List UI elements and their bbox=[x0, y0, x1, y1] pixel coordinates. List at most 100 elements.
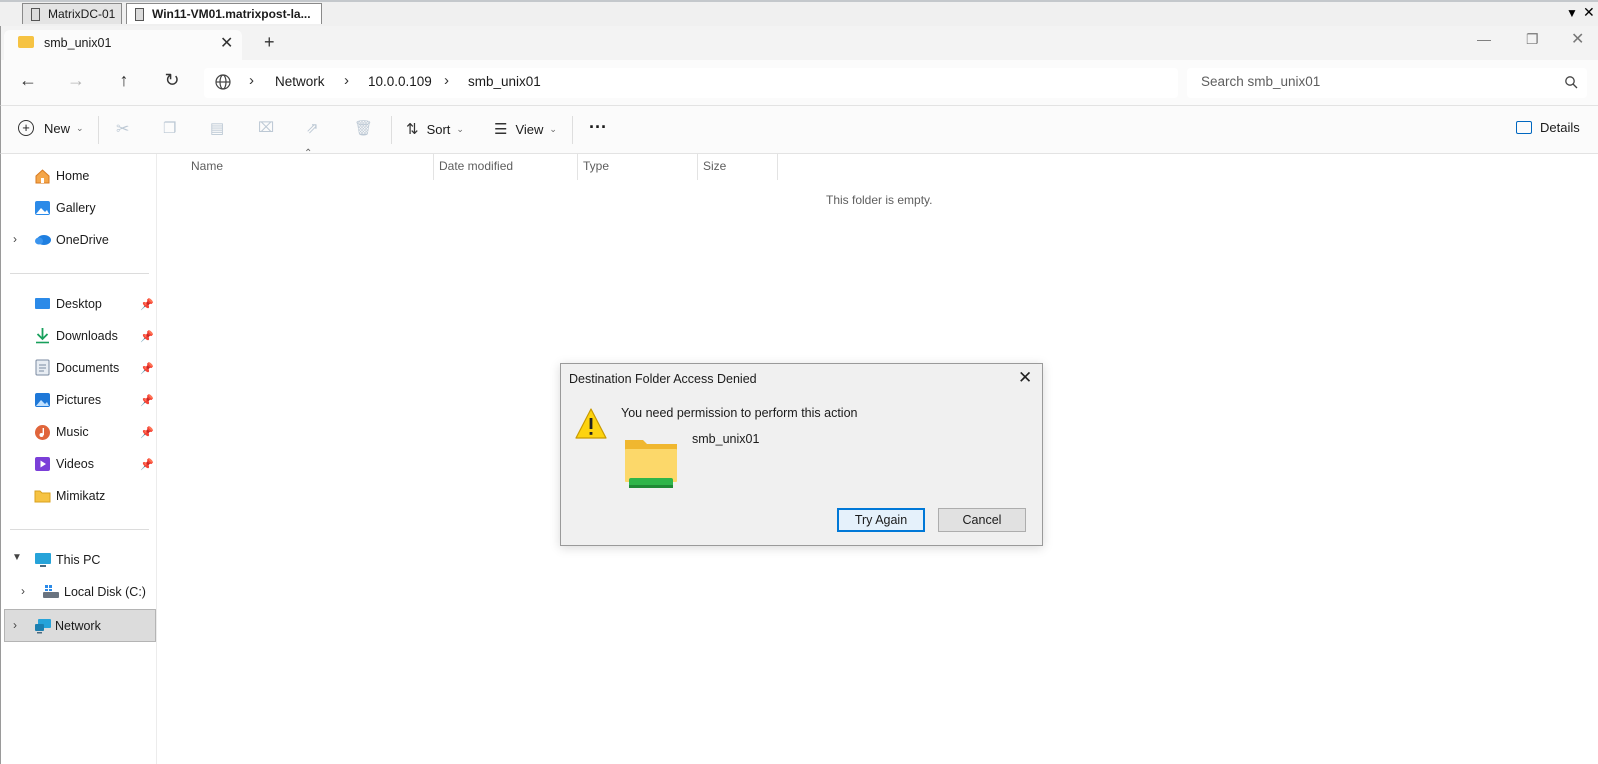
column-header-name[interactable]: Name bbox=[191, 159, 223, 173]
dialog-close-icon[interactable]: ✕ bbox=[1018, 368, 1032, 388]
rdp-tab-win11[interactable]: Win11-VM01.matrixpost-la... bbox=[126, 3, 322, 24]
pin-icon[interactable]: 📌 bbox=[140, 458, 154, 471]
sidebar-item-label: Documents bbox=[56, 361, 120, 375]
refresh-icon[interactable]: ↻ bbox=[160, 70, 184, 91]
cancel-button[interactable]: Cancel bbox=[938, 508, 1026, 532]
sidebar-item-music[interactable]: Music 📌 bbox=[4, 417, 156, 447]
explorer-tab[interactable] bbox=[4, 30, 242, 60]
folder-icon bbox=[18, 36, 34, 48]
chevron-down-icon[interactable]: ▼ bbox=[12, 552, 22, 563]
address-bar[interactable] bbox=[204, 68, 1178, 98]
cut-icon[interactable]: ✂ bbox=[116, 119, 136, 139]
sidebar-item-desktop[interactable]: Desktop 📌 bbox=[4, 289, 156, 319]
view-label: View bbox=[515, 121, 544, 137]
sidebar-item-label: Mimikatz bbox=[56, 489, 106, 503]
warning-icon bbox=[575, 408, 607, 439]
column-divider[interactable] bbox=[577, 154, 578, 180]
chevron-right-icon[interactable]: › bbox=[21, 584, 25, 598]
divider bbox=[572, 116, 573, 144]
music-icon bbox=[35, 425, 50, 440]
tab-close-icon[interactable]: ✕ bbox=[220, 33, 233, 53]
breadcrumb-network[interactable]: Network bbox=[275, 74, 325, 89]
chevron-right-icon[interactable]: › bbox=[444, 72, 449, 89]
download-icon bbox=[36, 328, 49, 344]
chevron-right-icon[interactable]: › bbox=[249, 72, 254, 89]
divider bbox=[98, 116, 99, 144]
details-button[interactable]: Details bbox=[1516, 120, 1580, 135]
explorer-tab-label: smb_unix01 bbox=[44, 36, 112, 50]
chevron-right-icon[interactable]: › bbox=[13, 618, 17, 632]
column-header-size[interactable]: Size bbox=[703, 159, 726, 173]
rdp-tab-matrixdc[interactable]: MatrixDC-01 bbox=[22, 3, 122, 24]
try-again-button[interactable]: Try Again bbox=[837, 508, 925, 532]
sidebar-item-pictures[interactable]: Pictures 📌 bbox=[4, 385, 156, 415]
new-tab-icon[interactable]: + bbox=[264, 32, 275, 53]
sidebar-item-documents[interactable]: Documents 📌 bbox=[4, 353, 156, 383]
rdp-tab-label: Win11-VM01.matrixpost-la... bbox=[152, 7, 311, 21]
divider bbox=[10, 529, 149, 530]
plus-circle-icon: + bbox=[18, 120, 34, 136]
pin-icon[interactable]: 📌 bbox=[140, 330, 154, 343]
globe-icon bbox=[215, 74, 231, 90]
share-icon[interactable]: ⇗ bbox=[306, 119, 326, 139]
sidebar-item-label: Downloads bbox=[56, 329, 118, 343]
sidebar-item-downloads[interactable]: Downloads 📌 bbox=[4, 321, 156, 351]
breadcrumb-host[interactable]: 10.0.0.109 bbox=[368, 74, 432, 89]
forward-icon[interactable]: → bbox=[64, 70, 88, 91]
rdp-tab-label: MatrixDC-01 bbox=[48, 7, 116, 21]
new-button[interactable]: + New ⌄ bbox=[18, 120, 84, 136]
search-icon[interactable] bbox=[1564, 75, 1578, 89]
column-divider[interactable] bbox=[433, 154, 434, 180]
pin-icon[interactable]: 📌 bbox=[140, 426, 154, 439]
column-divider[interactable] bbox=[697, 154, 698, 180]
pin-icon[interactable]: 📌 bbox=[140, 298, 154, 311]
column-divider[interactable] bbox=[777, 154, 778, 180]
chevron-down-icon: ⌄ bbox=[456, 123, 464, 134]
pin-icon[interactable]: 📌 bbox=[140, 394, 154, 407]
rdp-close-icon[interactable]: ✕ bbox=[1583, 4, 1595, 21]
sidebar-item-mimikatz[interactable]: Mimikatz bbox=[4, 481, 156, 511]
back-icon[interactable]: ← bbox=[16, 70, 40, 91]
restore-icon[interactable]: ❐ bbox=[1526, 31, 1539, 48]
copy-icon[interactable]: ❐ bbox=[163, 119, 183, 139]
desktop-icon bbox=[35, 298, 50, 309]
sort-icon: ⇅ bbox=[406, 121, 419, 138]
view-icon: ☰ bbox=[494, 121, 508, 138]
divider bbox=[391, 116, 392, 144]
up-icon[interactable]: ↑ bbox=[112, 70, 136, 91]
rename-icon[interactable]: ⌧ bbox=[258, 119, 278, 139]
home-icon bbox=[35, 169, 50, 184]
minimize-icon[interactable]: — bbox=[1477, 31, 1491, 47]
computer-icon bbox=[35, 553, 51, 567]
search-input[interactable]: Search smb_unix01 bbox=[1201, 74, 1320, 89]
breadcrumb-share[interactable]: smb_unix01 bbox=[468, 74, 541, 89]
paste-icon[interactable]: ▤ bbox=[210, 119, 230, 139]
sidebar-item-home[interactable]: Home bbox=[4, 161, 156, 191]
sidebar-item-gallery[interactable]: Gallery bbox=[4, 193, 156, 223]
sort-button[interactable]: ⇅ Sort ⌄ bbox=[406, 120, 464, 138]
tab-list-dropdown-icon[interactable]: ▼ bbox=[1566, 6, 1578, 20]
column-header-date-modified[interactable]: Date modified bbox=[439, 159, 513, 173]
pin-icon[interactable]: 📌 bbox=[140, 362, 154, 375]
more-options-button[interactable]: ··· bbox=[589, 117, 607, 138]
sidebar-item-network[interactable]: › Network bbox=[4, 609, 156, 642]
folder-icon bbox=[34, 490, 51, 503]
sidebar-item-local-disk[interactable]: › Local Disk (C:) bbox=[4, 577, 156, 607]
column-header-type[interactable]: Type bbox=[583, 159, 609, 173]
empty-folder-message: This folder is empty. bbox=[826, 193, 933, 207]
sidebar-item-this-pc[interactable]: ▼ This PC bbox=[4, 545, 156, 575]
window-close-icon[interactable]: ✕ bbox=[1571, 29, 1584, 49]
chevron-down-icon: ⌄ bbox=[549, 123, 557, 134]
network-folder-icon bbox=[625, 440, 677, 488]
sidebar-item-label: OneDrive bbox=[56, 233, 109, 247]
view-button[interactable]: ☰ View ⌄ bbox=[494, 120, 557, 138]
details-label: Details bbox=[1540, 120, 1580, 135]
chevron-right-icon[interactable]: › bbox=[13, 232, 17, 246]
sidebar-item-onedrive[interactable]: › OneDrive bbox=[4, 225, 156, 255]
delete-icon[interactable]: 🗑 bbox=[354, 119, 374, 139]
chevron-right-icon[interactable]: › bbox=[344, 72, 349, 89]
sidebar-item-videos[interactable]: Videos 📌 bbox=[4, 449, 156, 479]
sidebar-item-label: Videos bbox=[56, 457, 94, 471]
command-bar bbox=[0, 106, 1598, 154]
divider bbox=[10, 273, 149, 274]
